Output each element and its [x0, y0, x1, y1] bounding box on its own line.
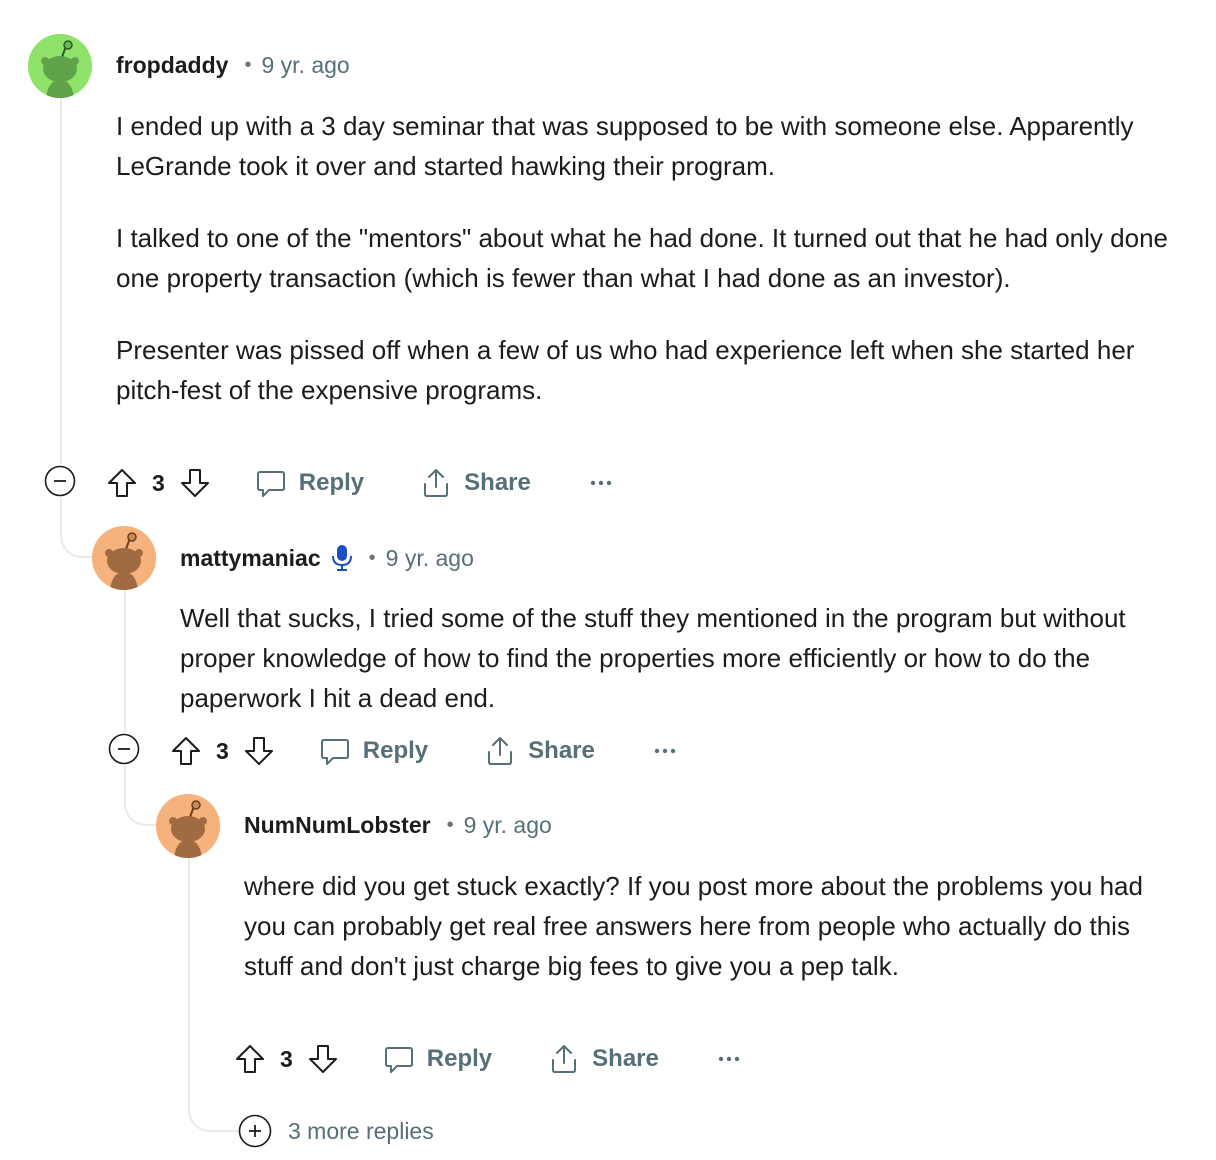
thread-line-comment-3: [188, 858, 190, 1068]
thread-branch-2: [124, 766, 156, 826]
upvote-arrow-icon: [172, 737, 200, 765]
avatar[interactable]: [92, 526, 156, 590]
downvote-button[interactable]: [243, 735, 275, 767]
share-label: Share: [528, 737, 595, 764]
separator-dot: •: [368, 546, 376, 569]
upvote-arrow-icon: [236, 1045, 264, 1073]
upvote-button[interactable]: [106, 467, 138, 499]
vote-group: 3: [106, 467, 211, 499]
more-replies-button[interactable]: 3 more replies: [238, 1114, 434, 1148]
comment-body: where did you get stuck exactly? If you …: [244, 866, 1184, 986]
reply-label: Reply: [298, 469, 365, 496]
more-options-button[interactable]: [653, 746, 677, 756]
share-label: Share: [464, 469, 531, 496]
minus-circle-icon: [108, 733, 140, 765]
more-options-button[interactable]: [717, 1054, 741, 1064]
comment-paragraph: where did you get stuck exactly? If you …: [244, 871, 1143, 981]
share-label: Share: [592, 1045, 659, 1072]
comment-paragraph: Presenter was pissed off when a few of u…: [116, 335, 1135, 405]
reply-label: Reply: [426, 1045, 493, 1072]
ellipsis-icon: [654, 748, 676, 754]
author-name[interactable]: fropdaddy: [116, 52, 228, 79]
snoo-avatar-icon: [92, 526, 156, 590]
share-button[interactable]: Share: [548, 1043, 659, 1075]
vote-score: 3: [152, 469, 165, 496]
thread-line-comment-1: [60, 98, 62, 464]
minus-circle-icon: [44, 465, 76, 497]
comment-actions: 3 Reply Share: [234, 1037, 741, 1081]
comment-body: I ended up with a 3 day seminar that was…: [116, 106, 1186, 410]
vote-group: 3: [170, 735, 275, 767]
collapse-thread-button[interactable]: [108, 733, 140, 765]
vote-score: 3: [280, 1045, 293, 1072]
collapse-thread-button[interactable]: [44, 465, 76, 497]
timestamp[interactable]: 9 yr. ago: [261, 52, 349, 79]
comment-actions: 3 Reply Share: [170, 729, 677, 773]
upvote-arrow-icon: [108, 469, 136, 497]
vote-group: 3: [234, 1043, 339, 1075]
ellipsis-icon: [590, 480, 612, 486]
thread-branch-3: [188, 1068, 240, 1132]
upvote-button[interactable]: [234, 1043, 266, 1075]
avatar[interactable]: [28, 34, 92, 98]
downvote-button[interactable]: [307, 1043, 339, 1075]
snoo-avatar-icon: [28, 34, 92, 98]
author-name[interactable]: mattymaniac: [180, 545, 321, 572]
separator-dot: •: [244, 54, 252, 76]
microphone-icon: [331, 544, 353, 572]
author-name[interactable]: NumNumLobster: [244, 812, 431, 839]
reply-button[interactable]: Reply: [319, 735, 428, 767]
comment-bubble-icon: [384, 1047, 413, 1073]
comment-meta: mattymaniac • 9 yr. ago: [180, 544, 474, 572]
downvote-button[interactable]: [179, 467, 211, 499]
snoo-avatar-icon: [156, 794, 220, 858]
timestamp[interactable]: 9 yr. ago: [386, 545, 474, 572]
comment-meta: fropdaddy • 9 yr. ago: [116, 52, 350, 79]
thread-line-comment-2: [124, 590, 126, 732]
share-button[interactable]: Share: [420, 467, 531, 499]
more-options-button[interactable]: [589, 478, 613, 488]
avatar[interactable]: [156, 794, 220, 858]
plus-circle-icon: [238, 1114, 272, 1148]
downvote-arrow-icon: [308, 1045, 337, 1073]
comment-meta: NumNumLobster • 9 yr. ago: [244, 812, 552, 839]
downvote-arrow-icon: [180, 469, 209, 497]
more-replies-label: 3 more replies: [288, 1117, 434, 1144]
comment-bubble-icon: [320, 739, 349, 765]
comment-paragraph: I ended up with a 3 day seminar that was…: [116, 111, 1134, 181]
share-upload-icon: [424, 469, 449, 497]
separator-dot: •: [446, 814, 454, 836]
timestamp[interactable]: 9 yr. ago: [464, 812, 552, 839]
vote-score: 3: [216, 737, 229, 764]
reply-button[interactable]: Reply: [255, 467, 364, 499]
ellipsis-icon: [718, 1056, 740, 1062]
comment-bubble-icon: [256, 471, 285, 497]
downvote-arrow-icon: [244, 737, 273, 765]
reply-button[interactable]: Reply: [383, 1043, 492, 1075]
share-upload-icon: [488, 737, 513, 765]
share-button[interactable]: Share: [484, 735, 595, 767]
comment-paragraph: Well that sucks, I tried some of the stu…: [180, 603, 1126, 713]
upvote-button[interactable]: [170, 735, 202, 767]
comment-paragraph: I talked to one of the "mentors" about w…: [116, 223, 1168, 293]
comment-actions: 3 Reply Share: [106, 461, 613, 505]
reply-label: Reply: [362, 737, 429, 764]
thread-branch-1: [60, 498, 92, 558]
share-upload-icon: [552, 1045, 577, 1073]
comment-body: Well that sucks, I tried some of the stu…: [180, 598, 1180, 718]
